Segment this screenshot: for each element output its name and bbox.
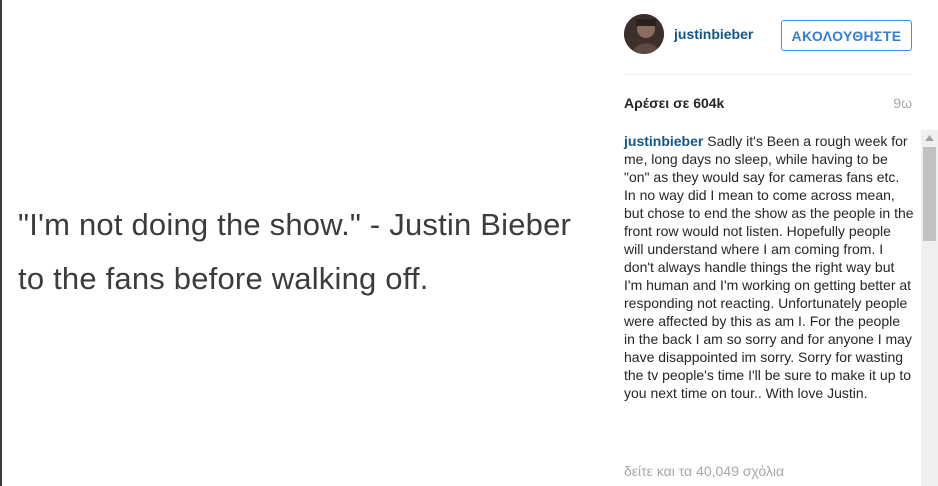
caption-scrollbar[interactable] <box>921 130 938 486</box>
post-quote-text: "I'm not doing the show." - Justin Biebe… <box>18 207 572 296</box>
view-all-comments-link[interactable]: δείτε και τα 40,049 σχόλια <box>624 463 784 479</box>
follow-button[interactable]: ΑΚΟΛΟΥΘΗΣΤΕ <box>781 20 912 51</box>
post-timestamp[interactable]: 9ω <box>893 95 912 111</box>
caption-text: Sadly it's Been a rough week for me, lon… <box>624 133 914 401</box>
scroll-thumb[interactable] <box>923 147 936 241</box>
avatar[interactable] <box>624 14 664 54</box>
likes-row: Αρέσει σε 604k 9ω <box>624 95 912 113</box>
caption-username[interactable]: justinbieber <box>624 133 703 149</box>
post-caption: justinbieber Sadly it's Been a rough wee… <box>624 132 914 402</box>
post-sidebar: justinbieber ΑΚΟΛΟΥΘΗΣΤΕ Αρέσει σε 604k … <box>600 0 938 486</box>
post-header: justinbieber ΑΚΟΛΟΥΘΗΣΤΕ <box>624 14 914 58</box>
post-author-username[interactable]: justinbieber <box>674 26 753 42</box>
header-divider <box>624 74 912 75</box>
scroll-up-arrow-icon[interactable] <box>921 130 938 145</box>
post-image[interactable]: "I'm not doing the show." - Justin Biebe… <box>0 0 600 486</box>
likes-count[interactable]: Αρέσει σε 604k <box>624 95 724 111</box>
